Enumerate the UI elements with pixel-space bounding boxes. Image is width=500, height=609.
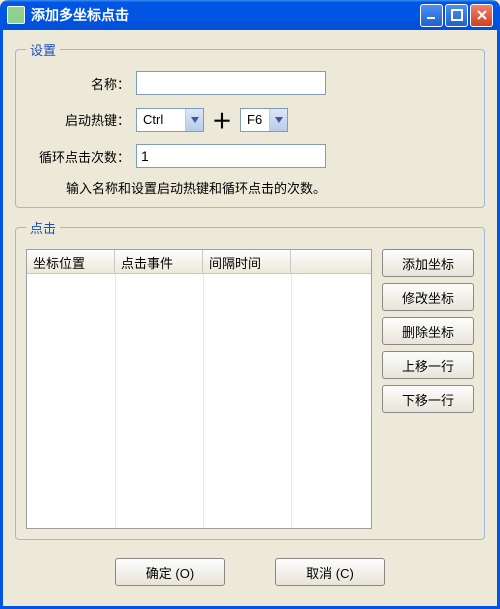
click-group: 点击 坐标位置 点击事件 间隔时间 添加坐标 修改坐 <box>15 218 485 540</box>
loop-label: 循环点击次数： <box>26 147 136 166</box>
table-body[interactable] <box>27 274 371 528</box>
hotkey-key-combo[interactable]: F6 <box>240 108 288 132</box>
window-title: 添加多坐标点击 <box>31 5 420 25</box>
col-position[interactable]: 坐标位置 <box>27 250 115 273</box>
plus-icon: ＋ <box>212 105 232 134</box>
name-label: 名称： <box>26 74 136 93</box>
settings-legend: 设置 <box>26 40 60 59</box>
movedown-button[interactable]: 下移一行 <box>382 385 474 413</box>
hotkey-modifier-value: Ctrl <box>137 112 185 127</box>
titlebar[interactable]: 添加多坐标点击 <box>3 0 497 30</box>
settings-hint: 输入名称和设置启动热键和循环点击的次数。 <box>66 178 474 197</box>
cancel-button[interactable]: 取消 (C) <box>275 558 385 586</box>
table-header: 坐标位置 点击事件 间隔时间 <box>27 250 371 274</box>
minimize-button[interactable] <box>420 4 443 27</box>
click-area: 坐标位置 点击事件 间隔时间 添加坐标 修改坐标 删除坐标 上移一行 下 <box>26 249 474 529</box>
hotkey-modifier-combo[interactable]: Ctrl <box>136 108 204 132</box>
window-controls <box>420 4 493 27</box>
moveup-button[interactable]: 上移一行 <box>382 351 474 379</box>
row-hotkey: 启动热键： Ctrl ＋ F6 <box>26 105 474 134</box>
dialog-window: 添加多坐标点击 设置 名称： 启动热键： Ctrl <box>0 0 500 609</box>
close-button[interactable] <box>470 4 493 27</box>
chevron-down-icon[interactable] <box>185 109 203 131</box>
col-event[interactable]: 点击事件 <box>115 250 203 273</box>
coord-table[interactable]: 坐标位置 点击事件 间隔时间 <box>26 249 372 529</box>
edit-coord-button[interactable]: 修改坐标 <box>382 283 474 311</box>
row-loop: 循环点击次数： <box>26 144 474 168</box>
footer-buttons: 确定 (O) 取消 (C) <box>15 558 485 586</box>
col-interval[interactable]: 间隔时间 <box>203 250 291 273</box>
maximize-button[interactable] <box>445 4 468 27</box>
hotkey-label: 启动热键： <box>26 110 136 129</box>
app-icon <box>7 6 25 24</box>
client-area: 设置 名称： 启动热键： Ctrl ＋ F6 <box>3 30 497 598</box>
delete-coord-button[interactable]: 删除坐标 <box>382 317 474 345</box>
side-buttons: 添加坐标 修改坐标 删除坐标 上移一行 下移一行 <box>382 249 474 529</box>
click-legend: 点击 <box>26 218 60 237</box>
add-coord-button[interactable]: 添加坐标 <box>382 249 474 277</box>
row-name: 名称： <box>26 71 474 95</box>
name-input[interactable] <box>136 71 326 95</box>
loop-input[interactable] <box>136 144 326 168</box>
hotkey-key-value: F6 <box>241 112 269 127</box>
settings-group: 设置 名称： 启动热键： Ctrl ＋ F6 <box>15 40 485 208</box>
chevron-down-icon[interactable] <box>269 109 287 131</box>
ok-button[interactable]: 确定 (O) <box>115 558 225 586</box>
